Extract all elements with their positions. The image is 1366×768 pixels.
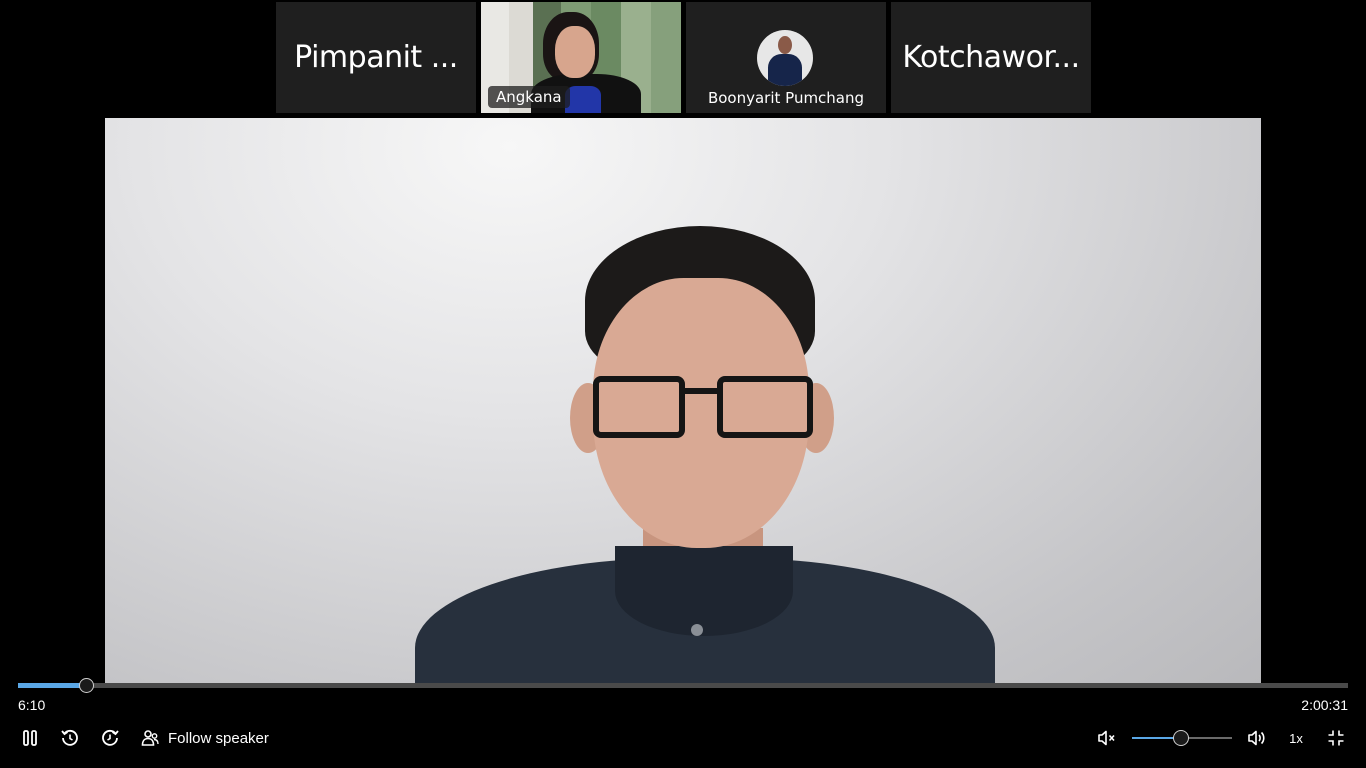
exit-fullscreen-button[interactable] xyxy=(1325,726,1347,750)
pause-button[interactable] xyxy=(18,726,42,750)
current-time: 6:10 xyxy=(18,697,46,713)
follow-speaker-button[interactable]: Follow speaker xyxy=(140,726,269,750)
exit-fullscreen-icon xyxy=(1328,730,1344,746)
participant-tile-kotchawor[interactable]: Kotchawor... xyxy=(891,2,1091,113)
volume-icon xyxy=(1248,730,1265,746)
avatar xyxy=(757,30,813,86)
duration: 2:00:31 xyxy=(1301,697,1348,713)
volume-slider-thumb[interactable] xyxy=(1173,730,1189,746)
follow-speaker-icon xyxy=(141,730,159,746)
seek-bar-fill xyxy=(18,683,87,688)
participant-tile-angkana[interactable]: Angkana xyxy=(481,2,681,113)
participant-tile-pimpanit[interactable]: Pimpanit ... xyxy=(276,2,476,113)
mute-icon xyxy=(1098,730,1115,746)
forward-icon xyxy=(102,729,119,746)
volume-button[interactable] xyxy=(1246,726,1268,750)
participant-name: Angkana xyxy=(488,86,570,108)
pause-icon xyxy=(23,730,37,746)
participant-name: Kotchawor... xyxy=(902,40,1080,75)
participant-name: Boonyarit Pumchang xyxy=(707,89,865,107)
participant-name: Pimpanit ... xyxy=(294,40,458,75)
main-speaker-video xyxy=(105,118,1261,685)
rewind-icon xyxy=(61,729,78,746)
playback-speed-button[interactable]: 1x xyxy=(1284,726,1308,750)
mute-button[interactable] xyxy=(1096,726,1118,750)
seek-bar-thumb[interactable] xyxy=(79,678,95,693)
volume-slider[interactable] xyxy=(1132,730,1232,746)
forward-button[interactable] xyxy=(98,726,122,750)
participant-tile-boonyarit[interactable]: Boonyarit Pumchang xyxy=(686,2,886,113)
seek-bar[interactable] xyxy=(18,678,1348,693)
rewind-button[interactable] xyxy=(58,726,82,750)
follow-speaker-label: Follow speaker xyxy=(168,729,269,747)
